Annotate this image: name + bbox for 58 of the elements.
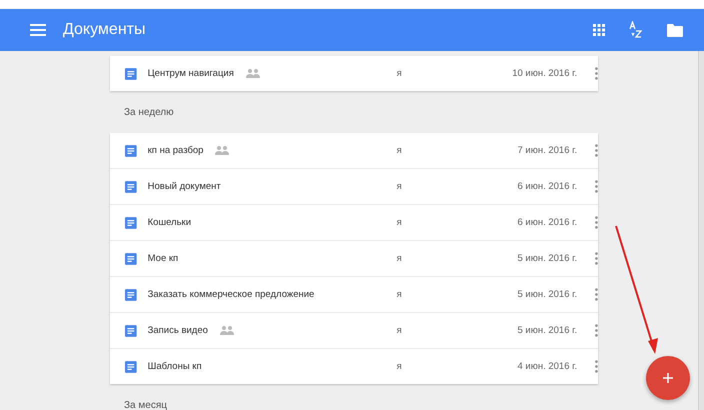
document-icon: [125, 68, 137, 80]
file-owner: я: [396, 325, 403, 336]
plus-icon: [663, 373, 673, 383]
file-row[interactable]: Центрум навигация я 10 июн. 2016 г.: [110, 56, 598, 91]
file-owner: я: [396, 253, 403, 264]
more-options-icon[interactable]: [595, 360, 598, 373]
file-name: Центрум навигация: [148, 68, 234, 79]
file-name: Новый документ: [148, 181, 221, 192]
add-button[interactable]: [646, 356, 690, 400]
section-heading: За месяц: [123, 398, 168, 410]
document-icon: [125, 252, 137, 264]
more-options-icon[interactable]: [595, 144, 598, 157]
file-date: 7 июн. 2016 г.: [516, 145, 578, 156]
file-owner: я: [396, 217, 403, 228]
file-date: 10 июн. 2016 г.: [511, 68, 578, 79]
file-owner: я: [396, 181, 403, 192]
file-row[interactable]: Шаблоны кп я 4 июн. 2016 г.: [110, 348, 598, 384]
file-name: кп на разбор: [148, 145, 204, 156]
file-date: 5 июн. 2016 г.: [516, 289, 578, 300]
document-icon: [125, 144, 137, 156]
file-owner: я: [396, 361, 403, 372]
more-options-icon[interactable]: [595, 67, 598, 80]
app-title: Документы: [63, 21, 146, 39]
folder-icon[interactable]: [667, 24, 683, 36]
file-row[interactable]: кп на разбор я 7 июн. 2016 г.: [110, 133, 598, 168]
file-name: Заказать коммерческое предложение: [148, 289, 314, 300]
document-icon: [125, 288, 137, 300]
file-date: 4 июн. 2016 г.: [516, 361, 578, 372]
menu-icon[interactable]: [30, 24, 46, 36]
file-date: 6 июн. 2016 г.: [516, 217, 578, 228]
file-name: Мое кп: [148, 253, 178, 264]
document-icon: [125, 324, 137, 336]
more-options-icon[interactable]: [595, 180, 598, 193]
file-name: Запись видео: [148, 325, 208, 336]
more-options-icon[interactable]: [595, 288, 598, 301]
sort-az-icon[interactable]: [629, 21, 643, 39]
section-heading: За неделю: [123, 106, 175, 120]
file-date: 5 июн. 2016 г.: [516, 325, 578, 336]
file-date: 6 июн. 2016 г.: [516, 181, 578, 192]
file-row[interactable]: Заказать коммерческое предложение я 5 июн. 2016 г.: [110, 276, 598, 312]
more-options-icon[interactable]: [595, 324, 598, 337]
file-row[interactable]: Мое кп я 5 июн. 2016 г.: [110, 240, 598, 276]
file-row[interactable]: Запись видео я 5 июн. 2016 г.: [110, 312, 598, 348]
file-name: Шаблоны кп: [148, 361, 202, 372]
document-icon: [125, 180, 137, 192]
file-owner: я: [396, 289, 403, 300]
grid-view-icon[interactable]: [593, 24, 605, 36]
document-icon: [125, 360, 137, 372]
more-options-icon[interactable]: [595, 216, 598, 229]
file-owner: я: [396, 68, 403, 79]
file-date: 5 июн. 2016 г.: [516, 253, 578, 264]
scrollbar[interactable]: [698, 51, 704, 410]
file-row[interactable]: Кошельки я 6 июн. 2016 г.: [110, 204, 598, 240]
more-options-icon[interactable]: [595, 252, 598, 265]
file-name: Кошельки: [148, 217, 192, 228]
document-icon: [125, 216, 137, 228]
file-owner: я: [396, 145, 403, 156]
file-row[interactable]: Новый документ я 6 июн. 2016 г.: [110, 168, 598, 204]
